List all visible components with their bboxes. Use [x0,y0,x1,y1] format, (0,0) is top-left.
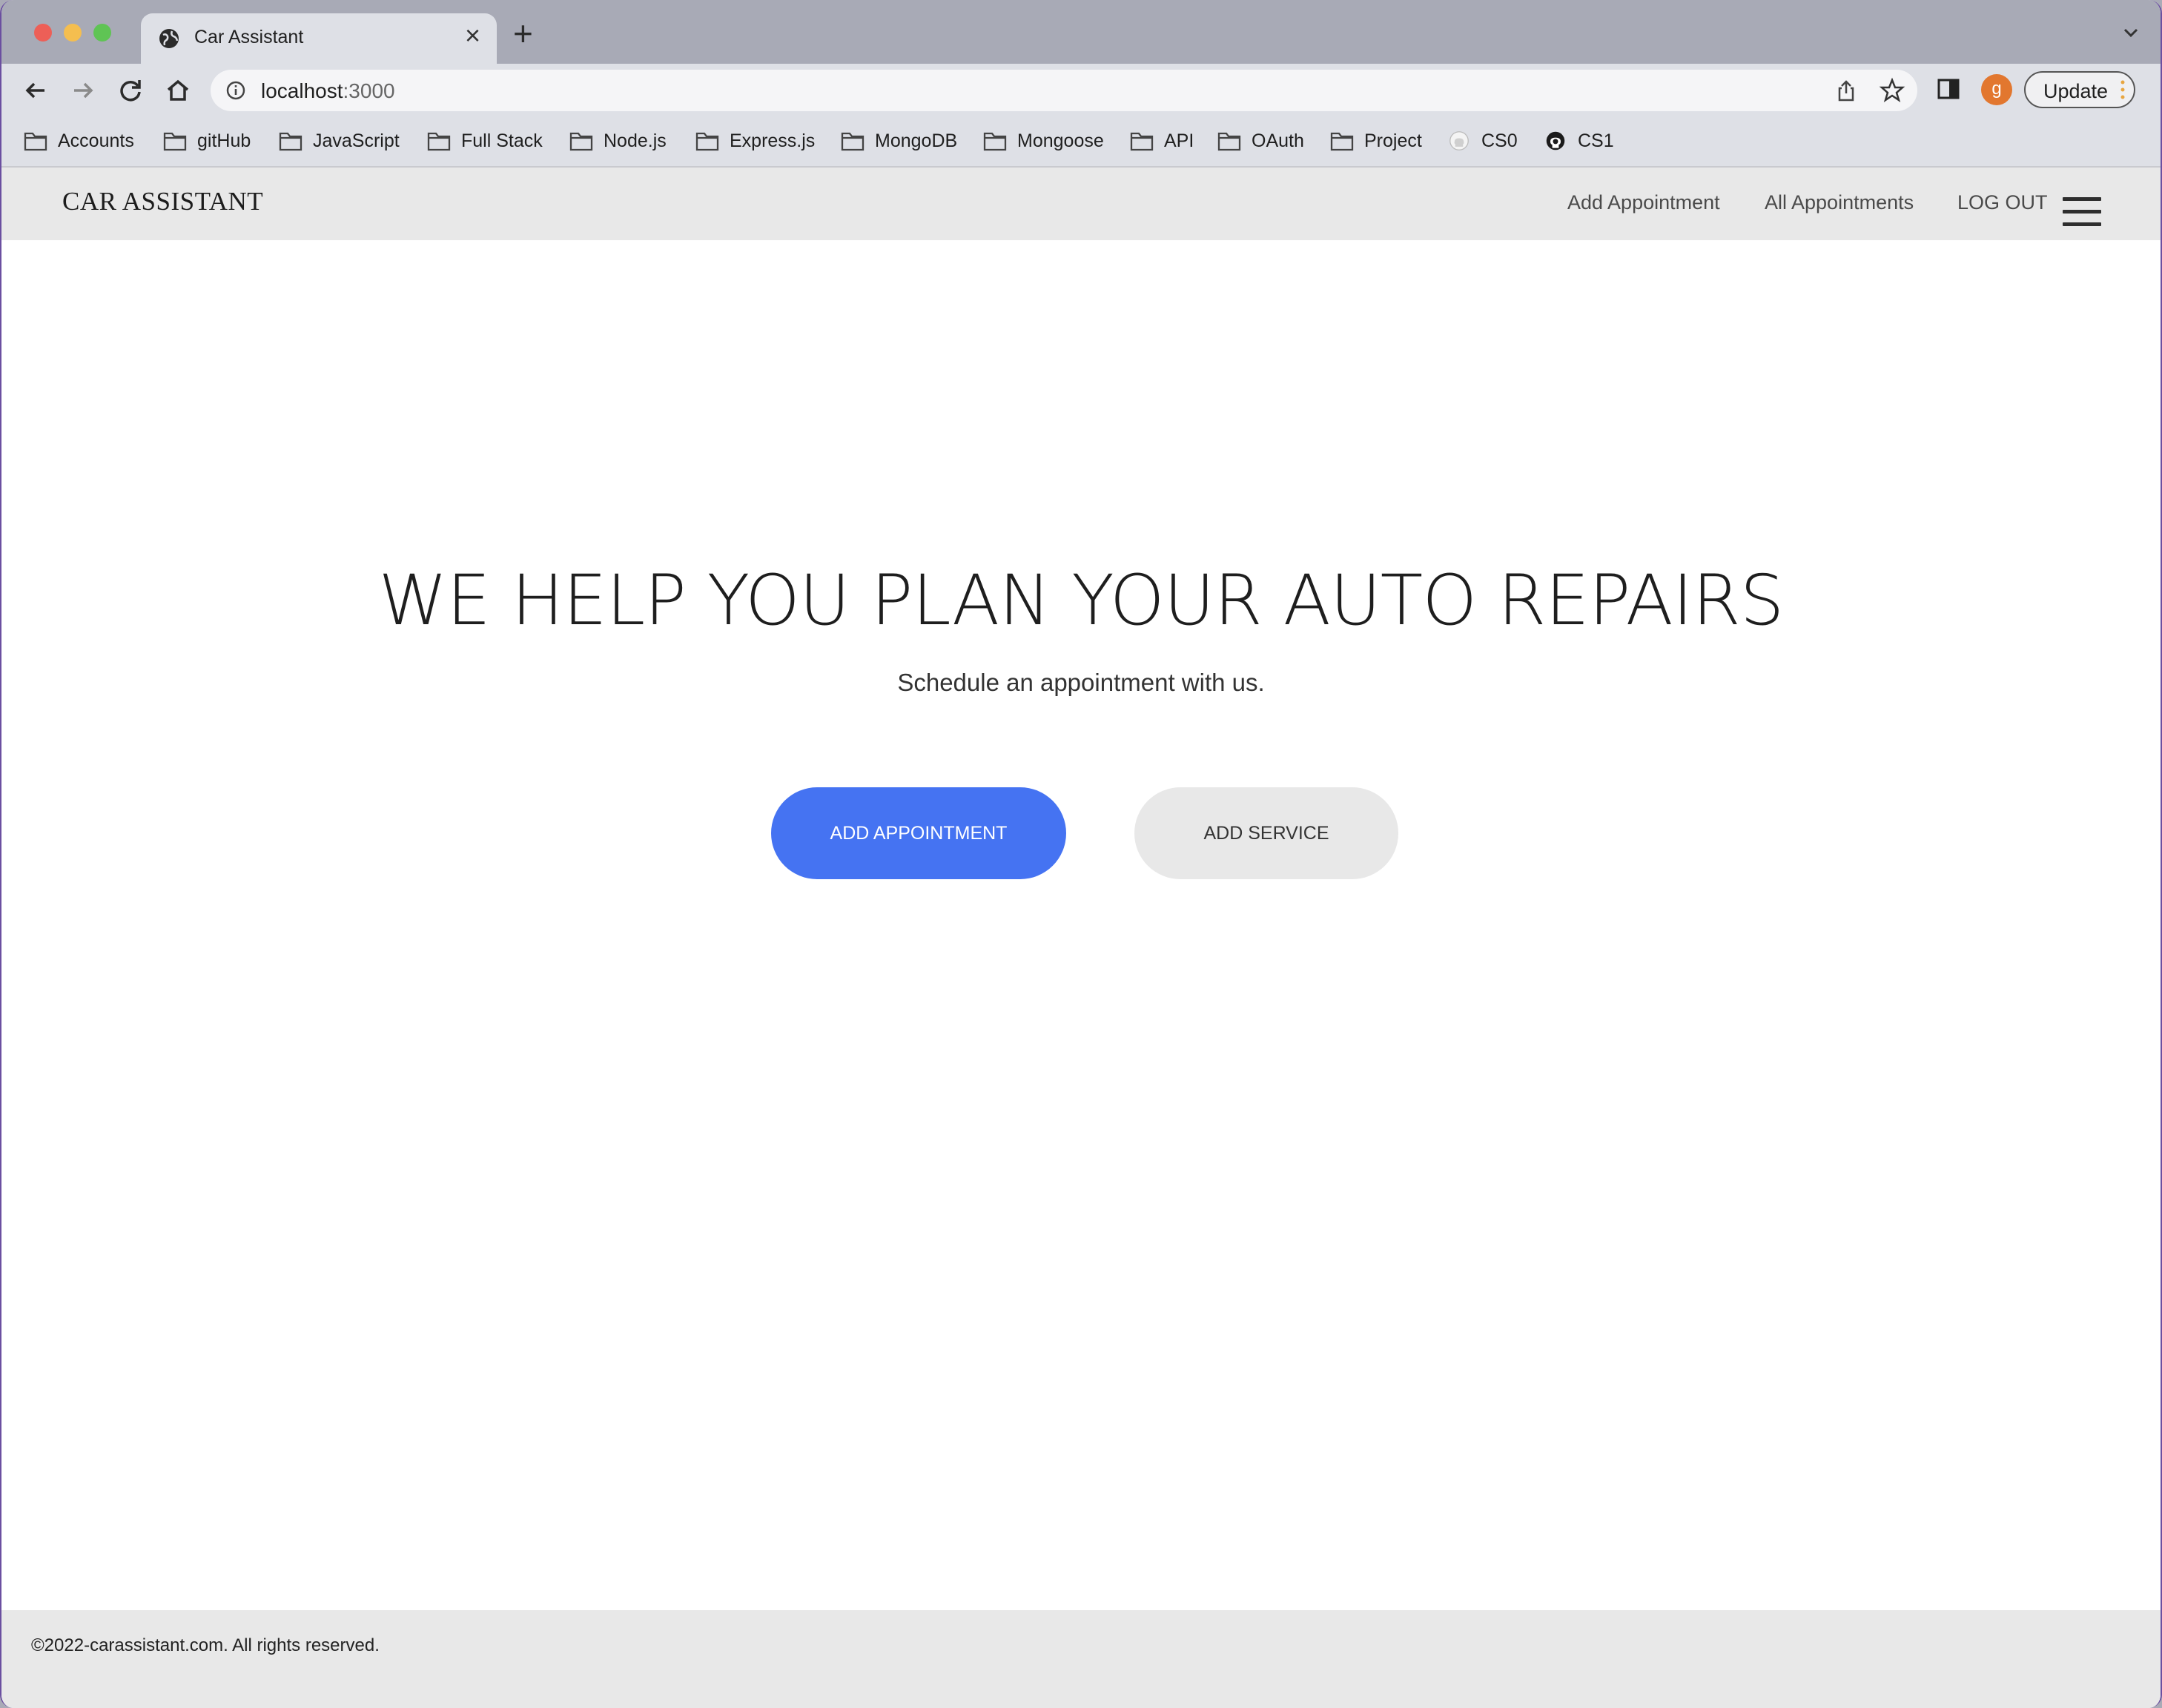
bookmark-accounts[interactable]: Accounts [24,126,134,156]
folder-icon [695,132,719,151]
github-icon [1546,131,1565,150]
bookmark-github[interactable]: gitHub [163,126,251,156]
bookmarks-bar: Accounts gitHub JavaScript Full Stack No… [1,117,2161,168]
browser-toolbar: localhost:3000 g Update [1,64,2161,117]
tab-title: Car Assistant [194,27,304,47]
folder-icon [24,132,47,151]
side-panel-icon[interactable] [1935,76,1962,102]
page-content: CAR ASSISTANT Add Appointment All Appoin… [1,168,2161,1708]
folder-icon [1130,132,1154,151]
bookmark-mongoose[interactable]: Mongoose [983,126,1104,156]
bookmark-cs1[interactable]: CS1 [1544,126,1614,156]
close-window-button[interactable] [34,24,52,42]
browser-tab[interactable]: Car Assistant × [141,13,497,64]
forward-arrow-icon[interactable] [67,74,99,107]
hamburger-menu-icon[interactable] [2063,197,2101,230]
folder-icon [1330,132,1354,151]
bookmark-oauth[interactable]: OAuth [1217,126,1304,156]
share-icon[interactable] [1834,79,1858,102]
back-arrow-icon[interactable] [19,74,52,107]
info-icon[interactable] [225,80,246,101]
browser-window: Car Assistant × + localhost:3000 g Updat… [0,0,2162,1708]
kebab-menu-icon [2120,80,2125,99]
new-tab-icon[interactable]: + [513,16,533,50]
folder-icon [569,132,593,151]
bookmark-star-icon[interactable] [1879,77,1905,104]
update-label: Update [2043,80,2109,102]
reload-icon[interactable] [114,74,147,107]
site-footer: ©2022-carassistant.com. All rights reser… [1,1610,2161,1708]
tab-strip: Car Assistant × + [1,0,2161,64]
folder-icon [427,132,451,151]
profile-avatar[interactable]: g [1981,74,2012,105]
chevron-down-icon[interactable] [2120,22,2141,43]
bookmark-api[interactable]: API [1130,126,1194,156]
site-brand[interactable]: CAR ASSISTANT [62,187,263,216]
folder-icon [1217,132,1241,151]
url-text: localhost:3000 [261,79,395,102]
site-navbar: CAR ASSISTANT Add Appointment All Appoin… [1,168,2161,240]
add-appointment-button[interactable]: ADD APPOINTMENT [771,787,1066,879]
bookmark-expressjs[interactable]: Express.js [695,126,815,156]
globe-icon [159,29,179,48]
close-tab-icon[interactable]: × [465,22,480,49]
folder-icon [841,132,865,151]
bookmark-cs0[interactable]: CS0 [1447,126,1518,156]
home-icon[interactable] [162,74,194,107]
minimize-window-button[interactable] [64,24,82,42]
folder-icon [279,132,303,151]
nav-log-out[interactable]: LOG OUT [1957,191,2048,214]
nav-add-appointment[interactable]: Add Appointment [1567,191,1720,214]
address-bar[interactable]: localhost:3000 [211,70,1917,111]
hero-title: WE HELP YOU PLAN YOUR AUTO REPAIRS [378,560,1785,641]
nav-all-appointments[interactable]: All Appointments [1765,191,1914,214]
add-service-button[interactable]: ADD SERVICE [1134,787,1398,879]
folder-icon [983,132,1007,151]
maximize-window-button[interactable] [93,24,111,42]
github-icon [1449,131,1469,150]
bookmark-mongodb[interactable]: MongoDB [841,126,957,156]
hero-subtitle: Schedule an appointment with us. [897,669,1265,696]
folder-icon [163,132,187,151]
bookmark-javascript[interactable]: JavaScript [279,126,400,156]
bookmark-full-stack[interactable]: Full Stack [427,126,543,156]
update-button[interactable]: Update [2024,71,2135,108]
footer-copyright: ©2022-carassistant.com. All rights reser… [31,1635,380,1655]
bookmark-project[interactable]: Project [1330,126,1422,156]
bookmark-nodejs[interactable]: Node.js [569,126,667,156]
